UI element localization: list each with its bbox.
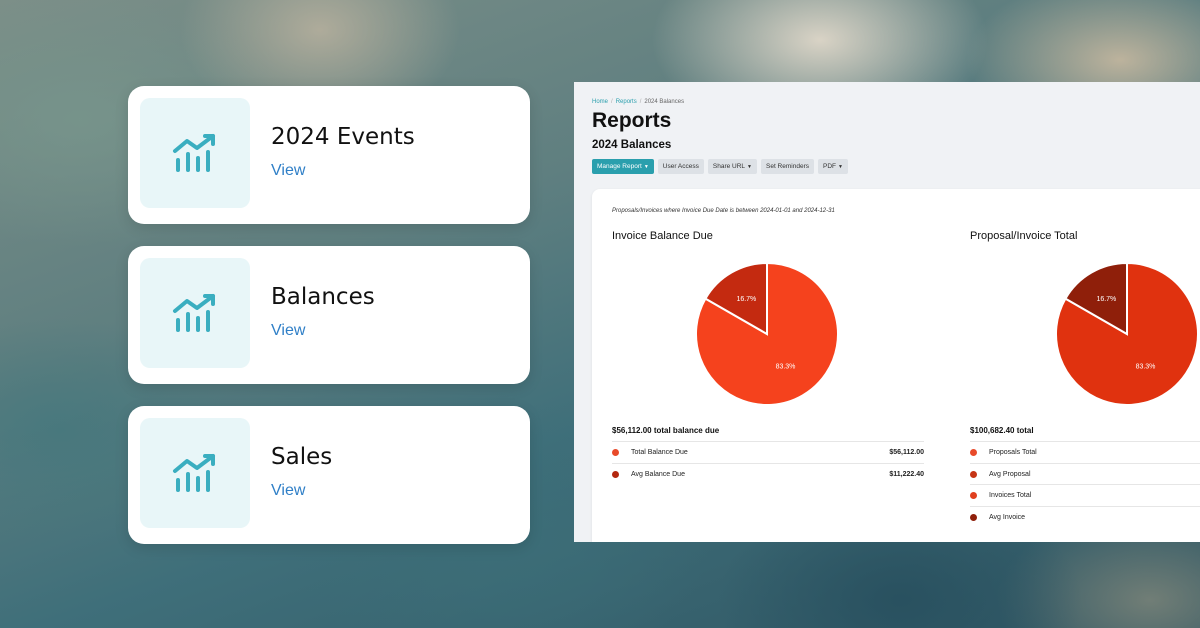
report-subtitle: 2024 Balances [592,139,672,151]
breadcrumb-reports[interactable]: Reports [616,99,637,105]
invoice-summary: $56,112.00 total balance due [612,426,720,435]
legend-label: Invoices Total [989,492,1032,499]
view-link[interactable]: View [271,162,305,180]
caret-down-icon: ▼ [747,164,752,170]
user-access-button[interactable]: User Access [657,159,704,174]
caret-down-icon: ▼ [838,164,843,170]
pie-slice-label: 83.3% [776,363,796,370]
legend-dot [970,492,977,499]
pdf-label: PDF [823,163,836,170]
share-url-label: Share URL [712,163,746,170]
card-icon-box [140,258,250,368]
legend-row: Avg Proposal [970,462,1200,485]
chart-trend-icon [173,294,215,332]
legend-label: Total Balance Due [631,449,688,456]
page-title: Reports [592,109,672,132]
manage-report-button[interactable]: Manage Report ▼ [592,159,654,174]
breadcrumb-current: 2024 Balances [644,99,685,105]
legend-label: Avg Proposal [989,470,1031,478]
pie-slice-label: 16.7% [1096,296,1116,303]
legend-label: Proposals Total [989,449,1037,456]
legend-label: Avg Balance Due [631,470,685,478]
legend-row: Total Balance Due $56,112.00 [612,441,924,463]
chart-trend-icon [173,134,215,172]
pie-slice-label: 83.3% [1136,363,1156,370]
legend-row: Avg Invoice [970,505,1200,528]
card-title: Balances [271,284,375,310]
share-url-button[interactable]: Share URL ▼ [707,159,757,174]
legend-dot [970,513,977,521]
legend-row: Proposals Total [970,441,1200,463]
legend-row: Avg Balance Due $11,222.40 [612,462,924,485]
report-card-balances[interactable]: Balances View [128,246,530,384]
legend-value: $11,222.40 [889,470,924,478]
legend-row: Invoices Total [970,484,1200,506]
breadcrumb: Home / Reports/2024 Balances [592,99,685,105]
card-title: Sales [271,444,333,470]
proposal-total-pie-chart: 83.3% 16.7% [1055,261,1199,406]
set-reminders-button[interactable]: Set Reminders [761,159,814,174]
manage-report-label: Manage Report [597,163,642,170]
legend-dot [612,449,619,456]
legend-label: Avg Invoice [989,513,1026,521]
caret-down-icon: ▼ [643,164,649,170]
pdf-button[interactable]: PDF ▼ [818,159,848,174]
filter-note: Proposals/Invoices where Invoice Due Dat… [612,208,835,214]
invoice-balance-pie-chart: 83.3% 16.7% [695,261,839,406]
report-card-2024-events[interactable]: 2024 Events View [128,86,530,224]
card-icon-box [140,418,250,528]
proposal-summary: $100,682.40 total [970,426,1034,435]
card-icon-box [140,98,250,208]
proposal-chart-title: Proposal/Invoice Total [970,230,1078,242]
legend-dot [970,449,977,456]
view-link[interactable]: View [271,322,305,340]
chart-trend-icon [173,454,215,492]
pie-slice-label: 16.7% [736,296,756,303]
proposal-legend: Proposals Total Avg Proposal Invoices To… [970,441,1200,527]
legend-dot [970,470,977,478]
invoice-legend: Total Balance Due $56,112.00 Avg Balance… [612,441,924,484]
report-toolbar: Manage Report ▼ User Access Share URL ▼ Se… [592,159,848,174]
report-screenshot: Home / Reports/2024 Balances Reports 2024 … [574,82,1200,542]
legend-dot [612,470,619,478]
report-body: Proposals/Invoices where Invoice Due Dat… [592,189,1200,542]
view-link[interactable]: View [271,482,305,500]
breadcrumb-home[interactable]: Home [592,99,608,105]
report-card-sales[interactable]: Sales View [128,406,530,544]
legend-value: $56,112.00 [889,449,924,456]
card-title: 2024 Events [271,124,415,150]
invoice-chart-title: Invoice Balance Due [612,230,713,242]
